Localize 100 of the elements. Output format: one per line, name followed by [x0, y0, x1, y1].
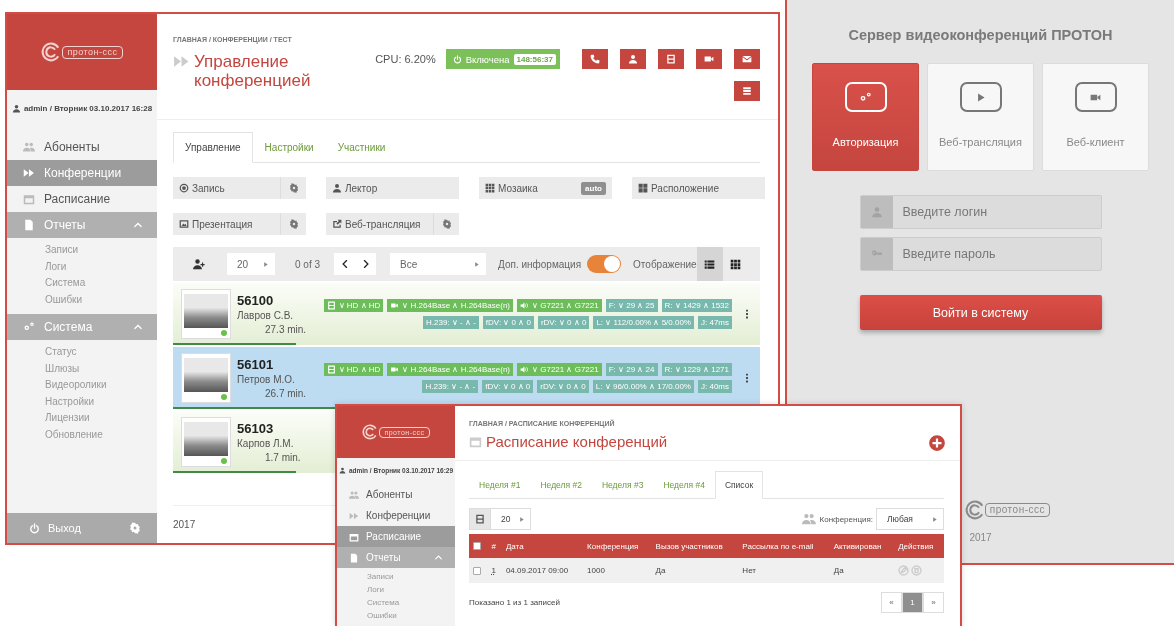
nav-item[interactable]: Конференции: [7, 160, 157, 186]
stat-badge: ∨ HD ∧ HD: [323, 299, 384, 312]
tab[interactable]: Неделя #4: [653, 471, 715, 499]
nav-item[interactable]: Конференции: [337, 505, 455, 526]
user-icon: [870, 206, 883, 218]
page-range: 0 of 3: [295, 258, 321, 270]
participant-row[interactable]: 56100 Лавров С.В. 27.3 min. ∨ HD ∧ HD ∨ H.264Base ∧ H.264Base(n) ∨ G7221 ∧ G7221 F: ∨ 29 ∧ 25 R: ∨ 1429 ∧ 1532 H.239: ∨ - ∧ - fDV: ∨ 0 ∧ 0 rDV: ∨ 0 ∧ 0 L: ∨ 112/0.00% ∧ 5/0.00% J: 47ms: [173, 283, 760, 345]
chevron-icon: [434, 553, 443, 562]
nav-item[interactable]: Расписание: [7, 186, 157, 212]
tab[interactable]: Неделя #2: [530, 471, 592, 499]
tab[interactable]: Список: [714, 471, 764, 499]
tab[interactable]: Участники: [325, 132, 398, 163]
nav-subitem[interactable]: Логи: [337, 583, 455, 596]
gears-icon: [23, 321, 35, 333]
control-button[interactable]: Лектор: [326, 177, 459, 199]
mode-tile[interactable]: Авторизация: [812, 63, 919, 171]
nav-subitem[interactable]: Статус: [7, 344, 157, 361]
control-button[interactable]: Презентация: [173, 213, 280, 235]
checkbox[interactable]: [473, 542, 481, 551]
settings-button[interactable]: [280, 177, 306, 199]
columns-button[interactable]: [469, 508, 491, 530]
timer-badge: 148:56:37: [513, 53, 556, 65]
user-icon: [338, 466, 346, 474]
server-title: Сервер видеоконференций ПРОТОН: [848, 27, 1113, 43]
nav-subitem[interactable]: Логи: [7, 258, 157, 275]
control-button[interactable]: Мозаика auto: [479, 177, 612, 199]
control-button[interactable]: Расположение: [632, 177, 765, 199]
status-button[interactable]: Включена 148:56:37: [445, 49, 560, 69]
login-input[interactable]: Введите логин: [892, 196, 1101, 228]
mail-button[interactable]: [734, 49, 760, 69]
video-camera-button[interactable]: [696, 49, 722, 69]
nav-subitem[interactable]: Ошибки: [7, 291, 157, 308]
previous-page-button[interactable]: «: [881, 592, 902, 613]
column-header: #: [487, 534, 502, 558]
add-user-button[interactable]: [193, 258, 205, 270]
participant-row[interactable]: 56101 Петров М.О. 26.7 min. ∨ HD ∧ HD ∨ H.264Base ∧ H.264Base(n) ∨ G7221 ∧ G7221 F: ∨ 29 ∧ 24 R: ∨ 1229 ∧ 1271 H.239: ∨ - ∧ - fDV: ∨ 0 ∧ 0 rDV: ∨ 0 ∧ 0 L: ∨ 96/0.00% ∧ 17/0.00% J: 40ms: [173, 347, 760, 409]
nav-subitem[interactable]: Видеоролики: [7, 377, 157, 394]
stat-badge: H.239: ∨ - ∧ -: [422, 380, 479, 393]
control-button[interactable]: Запись: [173, 177, 280, 199]
logo-text: протон-ссс: [62, 45, 123, 59]
stat-badge: J: 47ms: [698, 316, 732, 329]
nav-subitem[interactable]: Настройки: [7, 393, 157, 410]
tab[interactable]: Неделя #3: [591, 471, 654, 499]
tab[interactable]: Управление: [173, 132, 253, 163]
nav-item[interactable]: Отчеты: [337, 547, 455, 568]
password-field[interactable]: Введите пароль: [859, 237, 1102, 271]
nav-subitem[interactable]: Обновление: [7, 426, 157, 443]
page-size-select[interactable]: 20: [491, 508, 531, 530]
password-input[interactable]: Введите пароль: [892, 238, 1101, 270]
logout-button[interactable]: Выход: [29, 522, 81, 534]
nav-item[interactable]: Система: [7, 314, 157, 340]
checkbox[interactable]: [473, 566, 481, 575]
phone-button[interactable]: [582, 49, 608, 69]
login-button[interactable]: Войти в систему: [859, 295, 1102, 330]
record-icon: [179, 183, 189, 193]
nav-subitem[interactable]: Записи: [7, 242, 157, 259]
nav-item[interactable]: Абоненты: [337, 484, 455, 505]
chevron-icon: [133, 220, 143, 230]
list-view-button[interactable]: [696, 247, 723, 281]
participant-number: 56103: [237, 421, 274, 436]
film-icon: [666, 54, 676, 64]
toggle-switch[interactable]: [587, 255, 622, 273]
mode-tile[interactable]: Веб-трансляция: [927, 63, 1034, 171]
tab[interactable]: Неделя #1: [469, 471, 531, 499]
column-header: Действия: [894, 534, 944, 558]
nav-item[interactable]: Отчеты: [7, 212, 157, 238]
user-button[interactable]: [620, 49, 646, 69]
control-button[interactable]: Веб-трансляция: [326, 213, 433, 235]
film-button[interactable]: [658, 49, 684, 69]
nav-subitem[interactable]: Система: [337, 596, 455, 609]
nav-subitem[interactable]: Ошибки: [337, 609, 455, 622]
settings-button[interactable]: [433, 213, 459, 235]
participant-number: 56100: [237, 293, 274, 308]
nav-item[interactable]: Расписание: [337, 526, 455, 547]
login-field[interactable]: Введите логин: [859, 195, 1102, 229]
layout-icon: [638, 183, 648, 193]
nav-subitem[interactable]: Записи: [337, 570, 455, 583]
list-icon: [742, 86, 752, 96]
filter-select[interactable]: Все: [390, 253, 487, 275]
nav-subitem[interactable]: Шлюзы: [7, 360, 157, 377]
conference-select[interactable]: Любая: [876, 508, 944, 530]
nav-subitem[interactable]: Система: [7, 275, 157, 292]
list-icon: [704, 258, 716, 270]
filter-label: Конференция:: [819, 514, 873, 524]
table-cell: Да: [829, 558, 895, 583]
list-button[interactable]: [734, 81, 760, 101]
page-button[interactable]: 1: [902, 592, 923, 613]
user-icon: [11, 103, 21, 113]
caret-icon: [473, 260, 481, 268]
settings-button[interactable]: [280, 213, 306, 235]
next-page-button[interactable]: »: [923, 592, 944, 613]
power-icon: [452, 54, 462, 64]
mode-tile[interactable]: Веб-клиент: [1042, 63, 1149, 171]
nav-item[interactable]: Абоненты: [7, 134, 157, 160]
page-size-select[interactable]: 20: [227, 253, 275, 275]
stat-badge: H.239: ∨ - ∧ -: [423, 316, 479, 329]
nav-subitem[interactable]: Лицензии: [7, 410, 157, 427]
grid-icon: [485, 183, 495, 193]
tab[interactable]: Настройки: [252, 132, 326, 163]
stat-badge: ∨ G7221 ∧ G7221: [517, 363, 602, 376]
